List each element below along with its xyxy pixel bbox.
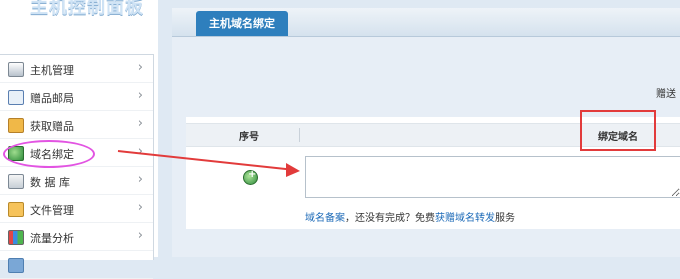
chevron-right-icon: › xyxy=(137,116,143,131)
sidebar-item-label: 获取赠品 xyxy=(30,120,74,133)
chevron-right-icon: › xyxy=(137,144,143,159)
highlight-circle xyxy=(3,140,95,168)
tab-host-domain-binding[interactable]: 主机域名绑定 xyxy=(196,11,288,36)
sidebar-item-label: 流量分析 xyxy=(30,232,74,245)
chart-icon xyxy=(8,230,24,245)
column-header-index: 序号 xyxy=(239,132,259,143)
sidebar-item-label: 数 据 库 xyxy=(30,176,70,189)
sidebar-item-gift-mail[interactable]: 赠品邮局 › xyxy=(0,83,153,111)
partial-icon xyxy=(8,258,24,273)
app-logo: 主机控制面板 xyxy=(30,0,144,18)
domain-filing-link[interactable]: 域名备案 xyxy=(305,213,345,224)
chevron-right-icon: › xyxy=(137,200,143,215)
hint-text-part: 服务 xyxy=(495,213,515,224)
chevron-right-icon: › xyxy=(137,60,143,75)
sidebar-item-get-gift[interactable]: 获取赠品 › xyxy=(0,111,153,139)
chevron-right-icon: › xyxy=(137,228,143,243)
sidebar-item-database[interactable]: 数 据 库 › xyxy=(0,167,153,195)
domain-forward-link[interactable]: 获赠域名转发 xyxy=(435,213,495,224)
sidebar-item-file-management[interactable]: 文件管理 › xyxy=(0,195,153,223)
hint-text: 域名备案，还没有完成？免费获赠域名转发服务 xyxy=(305,209,515,224)
mail-icon xyxy=(8,90,24,105)
add-domain-icon[interactable] xyxy=(243,169,258,185)
database-icon xyxy=(8,174,24,189)
sidebar-item-label: 文件管理 xyxy=(30,204,74,217)
column-separator xyxy=(299,128,300,142)
sidebar-item-label: 赠品邮局 xyxy=(30,92,74,105)
highlight-box xyxy=(580,110,656,151)
hint-text-part: ，还没有完成？免费 xyxy=(345,213,435,224)
chevron-right-icon: › xyxy=(137,172,143,187)
gift-icon xyxy=(8,118,24,133)
tab-bar: 主机域名绑定 xyxy=(172,8,680,37)
chevron-right-icon: › xyxy=(137,88,143,103)
server-icon xyxy=(8,62,24,77)
file-icon xyxy=(8,202,24,217)
sidebar-item-traffic-analysis[interactable]: 流量分析 › xyxy=(0,223,153,251)
sidebar-divider xyxy=(158,0,170,257)
sidebar-item-partial[interactable] xyxy=(0,251,153,279)
domain-textarea[interactable] xyxy=(305,156,680,198)
sidebar-item-label: 主机管理 xyxy=(30,64,74,77)
sidebar: 主机控制面板 主机管理 › 赠品邮局 › 获取赠品 › 域名绑定 › 数 据 库… xyxy=(0,0,158,279)
corner-text: 赠送 xyxy=(656,89,676,100)
sidebar-item-host-management[interactable]: 主机管理 › xyxy=(0,55,153,83)
